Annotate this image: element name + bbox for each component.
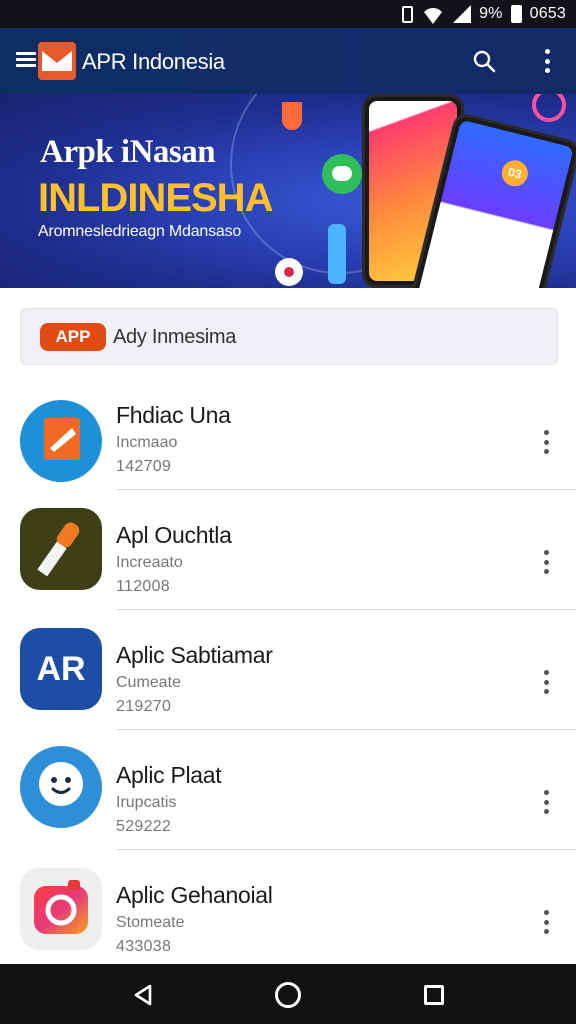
system-nav-bar (0, 964, 576, 1024)
app-title: Apl Ouchtla (116, 522, 232, 548)
app-downloads: 142709 (116, 458, 172, 475)
app-logo (38, 42, 76, 80)
app-downloads: 433038 (116, 938, 172, 955)
banner-title: Arpk iNasan (40, 134, 216, 170)
app-downloads: 219270 (116, 698, 172, 715)
menu-icon[interactable] (16, 52, 36, 68)
recents-icon[interactable] (424, 985, 444, 1005)
app-title: Aplic Plaat (116, 762, 222, 788)
app-title: Fhdiac Una (116, 402, 231, 428)
category-label: Ady Inmesima (113, 326, 237, 348)
screen: 9% 0653 APR Indonesia Arpk iNasan INLDIN… (0, 0, 576, 1024)
more-vert-icon[interactable] (540, 47, 554, 75)
app-category: Stomeate (116, 914, 185, 931)
more-vert-icon[interactable] (540, 910, 552, 934)
list-item[interactable]: Aplic Gehanoial Stomeate 433038 (0, 850, 576, 964)
more-vert-icon[interactable] (540, 790, 552, 814)
status-time: 0653 (529, 5, 566, 22)
ar-letters-icon: AR (20, 628, 102, 710)
phone-badge: 03 (499, 157, 531, 190)
promo-banner[interactable]: Arpk iNasan INLDINESHA Aromnesledrieagn … (0, 94, 576, 288)
more-vert-icon[interactable] (540, 670, 552, 694)
banner-subtitle: Aromnesledrieagn Mdansaso (38, 223, 242, 240)
more-vert-icon[interactable] (540, 430, 552, 454)
app-category: Cumeate (116, 674, 181, 691)
app-downloads: 112008 (116, 578, 171, 595)
category-filter-bar[interactable]: APP Ady Inmesima (20, 308, 558, 365)
smiley-chat-icon (20, 746, 102, 828)
list-item[interactable]: Apl Ouchtla Increaato 112008 (0, 490, 576, 610)
home-icon[interactable] (275, 982, 301, 1008)
list-item[interactable]: Aplic Plaat Irupcatis 529222 (0, 730, 576, 850)
more-vert-icon[interactable] (540, 550, 552, 574)
app-bar: APR Indonesia (0, 28, 576, 94)
app-title: Aplic Sabtiamar (116, 642, 273, 668)
back-icon[interactable] (132, 984, 154, 1006)
app-category: Incmaao (116, 434, 178, 451)
vibrate-icon (402, 5, 414, 23)
camera-icon (20, 868, 102, 950)
search-icon[interactable] (472, 49, 496, 73)
megaphone-icon (20, 400, 102, 482)
app-badge: APP (40, 323, 106, 351)
battery-percent: 9% (479, 5, 503, 22)
battery-icon (510, 5, 522, 23)
app-category: Increaato (116, 554, 183, 571)
app-downloads: 529222 (116, 818, 172, 835)
microphone-icon (20, 508, 102, 590)
list-item[interactable]: AR Aplic Sabtiamar Cumeate 219270 (0, 610, 576, 730)
wifi-icon (421, 8, 446, 24)
list-item[interactable]: Fhdiac Una Incmaao 142709 (0, 370, 576, 490)
app-category: Irupcatis (116, 794, 177, 811)
app-title: Aplic Gehanoial (116, 882, 273, 908)
app-icon-text: AR (36, 650, 86, 688)
app-title: APR Indonesia (82, 49, 225, 74)
status-bar: 9% 0653 (0, 0, 576, 28)
record-icon (275, 258, 303, 286)
signal-icon (453, 5, 472, 23)
banner-headline: INLDINESHA (38, 176, 273, 220)
chat-bubble-icon (322, 154, 362, 194)
